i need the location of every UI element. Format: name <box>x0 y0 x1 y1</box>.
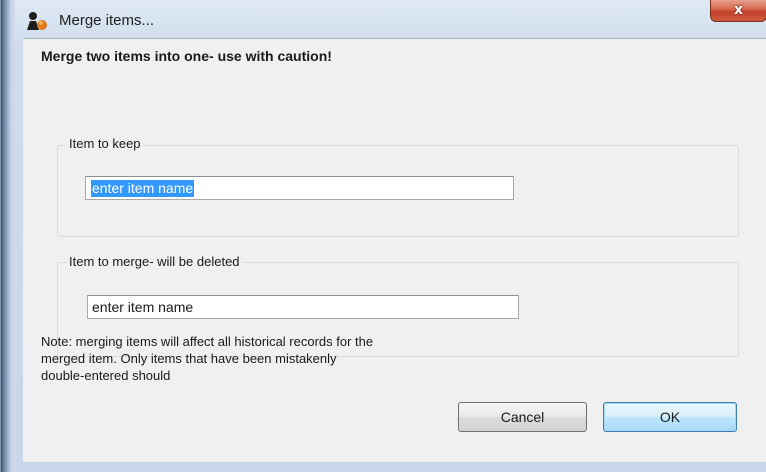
close-button[interactable]: x <box>710 0 766 22</box>
title-bar[interactable]: Merge items... x <box>15 0 766 38</box>
item-to-keep-selected-text: enter item name <box>91 180 195 197</box>
app-icon <box>25 10 49 32</box>
window-left-edge <box>1 0 15 472</box>
ok-button[interactable]: OK <box>603 402 737 432</box>
dialog-client-area <box>23 38 766 462</box>
window-title: Merge items... <box>59 12 155 29</box>
caution-note: Note: merging items will affect all hist… <box>41 334 374 383</box>
dialog-window: Merge items... x Merge two items into on… <box>0 0 766 472</box>
item-to-keep-input[interactable]: enter item name <box>85 176 514 200</box>
item-to-merge-input[interactable] <box>87 295 519 319</box>
cancel-button[interactable]: Cancel <box>458 402 587 432</box>
item-to-merge-label: Item to merge- will be deleted <box>67 254 242 269</box>
dialog-heading: Merge two items into one- use with cauti… <box>41 48 332 64</box>
close-icon: x <box>733 2 744 18</box>
item-to-keep-label: Item to keep <box>67 136 143 151</box>
